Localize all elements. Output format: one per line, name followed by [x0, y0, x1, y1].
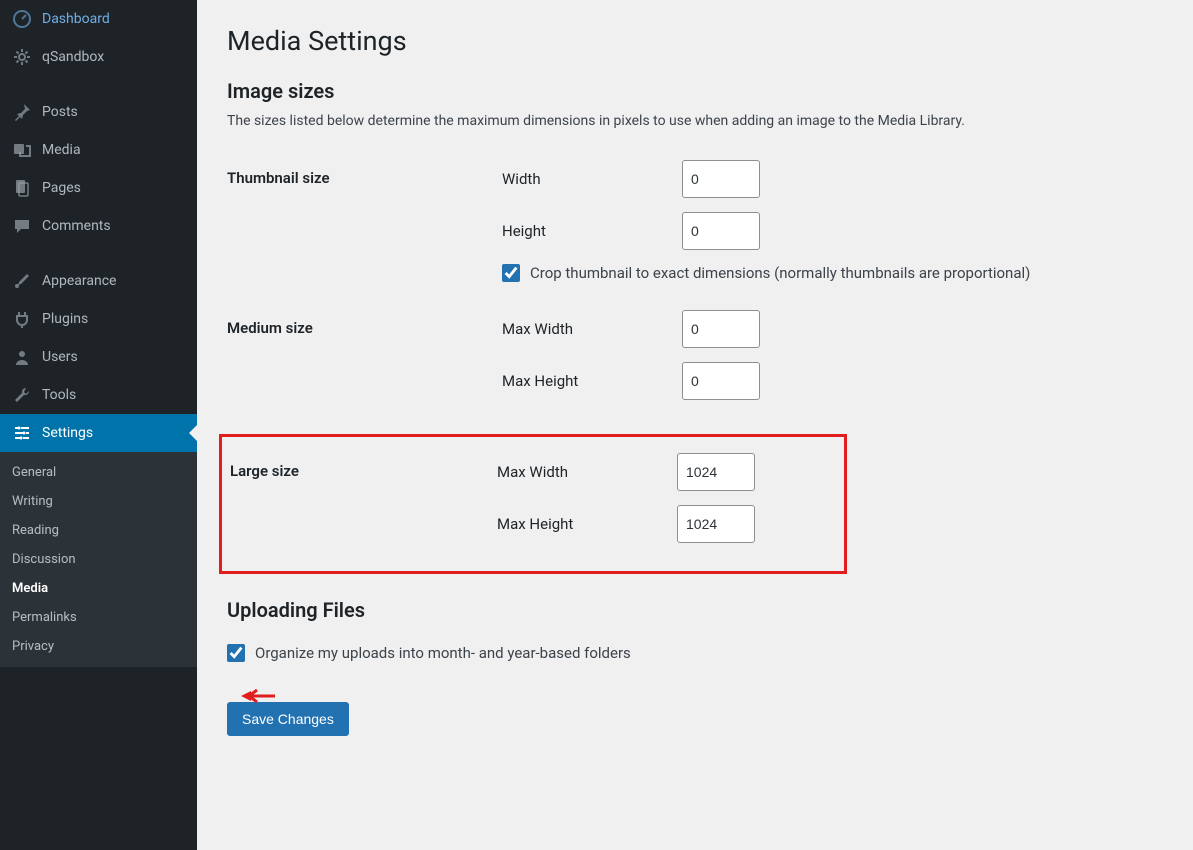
thumbnail-crop-label: Crop thumbnail to exact dimensions (norm…: [530, 264, 1030, 282]
wrench-icon: [12, 385, 32, 405]
large-maxheight-label: Max Height: [497, 515, 677, 533]
sidebar-item-plugins[interactable]: Plugins: [0, 300, 197, 338]
comment-icon: [12, 216, 32, 236]
sidebar-item-dashboard[interactable]: Dashboard: [0, 0, 197, 38]
brush-icon: [12, 271, 32, 291]
submenu-general[interactable]: General: [0, 458, 197, 487]
settings-submenu: General Writing Reading Discussion Media…: [0, 452, 197, 667]
thumbnail-crop-checkbox[interactable]: [502, 264, 520, 282]
sidebar-label: qSandbox: [42, 49, 104, 65]
plug-icon: [12, 309, 32, 329]
organize-uploads-checkbox[interactable]: [227, 644, 245, 662]
section-image-sizes-heading: Image sizes: [227, 79, 1163, 103]
thumbnail-crop-row[interactable]: Crop thumbnail to exact dimensions (norm…: [502, 264, 1163, 282]
arrow-annotation-icon: [237, 686, 277, 710]
sidebar-item-comments[interactable]: Comments: [0, 207, 197, 245]
sliders-icon: [12, 423, 32, 443]
thumbnail-height-label: Height: [502, 222, 682, 240]
sidebar-label: Appearance: [42, 273, 116, 289]
sidebar-item-appearance[interactable]: Appearance: [0, 262, 197, 300]
submenu-discussion[interactable]: Discussion: [0, 545, 197, 574]
page-title: Media Settings: [227, 25, 1163, 57]
sidebar-label: Tools: [42, 387, 76, 403]
medium-label: Medium size: [227, 304, 502, 352]
medium-maxheight-input[interactable]: [682, 362, 760, 400]
sidebar-item-qsandbox[interactable]: qSandbox: [0, 38, 197, 76]
medium-maxwidth-label: Max Width: [502, 320, 682, 338]
dashboard-icon: [12, 9, 32, 29]
large-size-highlight: Large size Max Width Max Height: [219, 434, 847, 574]
submenu-media[interactable]: Media: [0, 574, 197, 603]
large-label: Large size: [222, 447, 497, 495]
thumbnail-row: Thumbnail size Width Height Crop thumbna…: [227, 154, 1163, 288]
sidebar-label: Pages: [42, 180, 81, 196]
sidebar-item-users[interactable]: Users: [0, 338, 197, 376]
pin-icon: [12, 102, 32, 122]
media-icon: [12, 140, 32, 160]
thumbnail-width-input[interactable]: [682, 160, 760, 198]
gear-icon: [12, 47, 32, 67]
thumbnail-label: Thumbnail size: [227, 154, 502, 202]
sidebar-item-pages[interactable]: Pages: [0, 169, 197, 207]
medium-maxheight-label: Max Height: [502, 372, 682, 390]
section-uploading-heading: Uploading Files: [227, 598, 1163, 622]
submenu-reading[interactable]: Reading: [0, 516, 197, 545]
sidebar-item-posts[interactable]: Posts: [0, 93, 197, 131]
organize-uploads-row[interactable]: Organize my uploads into month- and year…: [227, 644, 1163, 662]
sidebar-item-tools[interactable]: Tools: [0, 376, 197, 414]
submenu-writing[interactable]: Writing: [0, 487, 197, 516]
main-content: Media Settings Image sizes The sizes lis…: [197, 0, 1193, 850]
sidebar-label: Dashboard: [42, 11, 110, 27]
sidebar-label: Posts: [42, 104, 78, 120]
sidebar-label: Media: [42, 142, 81, 158]
thumbnail-height-input[interactable]: [682, 212, 760, 250]
admin-sidebar: Dashboard qSandbox Posts Media Pages Com…: [0, 0, 197, 850]
sidebar-label: Comments: [42, 218, 111, 234]
submenu-privacy[interactable]: Privacy: [0, 632, 197, 661]
image-sizes-description: The sizes listed below determine the max…: [227, 113, 1163, 129]
pages-icon: [12, 178, 32, 198]
sidebar-label: Plugins: [42, 311, 88, 327]
large-maxwidth-label: Max Width: [497, 463, 677, 481]
organize-uploads-label: Organize my uploads into month- and year…: [255, 644, 631, 662]
sidebar-item-settings[interactable]: Settings: [0, 414, 197, 452]
large-maxwidth-input[interactable]: [677, 453, 755, 491]
sidebar-label: Users: [42, 349, 78, 365]
thumbnail-width-label: Width: [502, 170, 682, 188]
user-icon: [12, 347, 32, 367]
sidebar-item-media[interactable]: Media: [0, 131, 197, 169]
medium-row: Medium size Max Width Max Height: [227, 304, 1163, 420]
large-row: Large size Max Width Max Height: [222, 447, 836, 553]
large-maxheight-input[interactable]: [677, 505, 755, 543]
sidebar-label: Settings: [42, 425, 93, 441]
submenu-permalinks[interactable]: Permalinks: [0, 603, 197, 632]
medium-maxwidth-input[interactable]: [682, 310, 760, 348]
